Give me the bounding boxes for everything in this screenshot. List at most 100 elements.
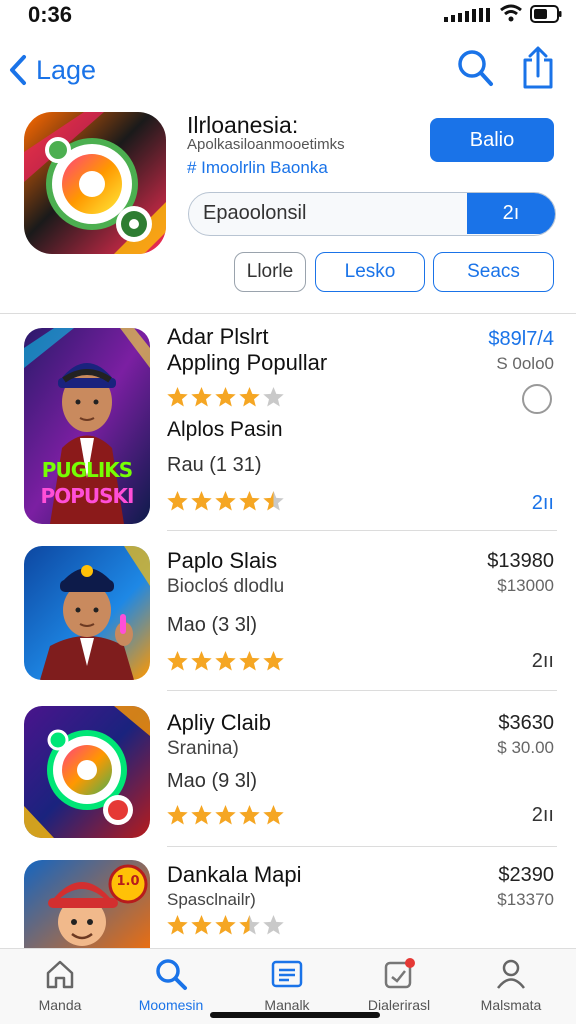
tab-label: Manda	[38, 997, 82, 1013]
list-item-subtitle: Biocloś dlodlu	[167, 576, 285, 597]
list-item-title: Apliy Claib	[167, 710, 271, 735]
tab-label: Malsmata	[480, 997, 542, 1013]
star-icon	[239, 387, 260, 407]
star-icon	[167, 387, 188, 407]
list-item[interactable]: Apliy Claib Sranina) Mao (9 3l) $3630 $ …	[0, 700, 576, 844]
star-icon	[191, 651, 212, 671]
star-icon	[215, 651, 236, 671]
tab-search[interactable]: Moomesin	[121, 957, 221, 1013]
list-item-subtitle: Sranina)	[167, 738, 239, 759]
app-tag[interactable]: # Imoolrlin Baonka	[187, 158, 427, 178]
list-item[interactable]: Paplo Slais Biocloś dlodlu Mao (3 3l) $1…	[0, 540, 576, 686]
star-icon	[167, 915, 188, 935]
star-icon	[167, 805, 188, 825]
app-thumbnail: 1.0	[24, 860, 150, 948]
star-rating	[166, 386, 286, 408]
star-icon	[239, 491, 260, 511]
old-price: $13370	[497, 890, 554, 909]
price: $3630	[498, 712, 554, 734]
app-thumbnail	[24, 546, 150, 680]
star-rating	[166, 914, 286, 936]
search-action-button[interactable]: 2ı	[467, 193, 555, 234]
list-item-meta: Mao (9 3l)	[167, 770, 258, 792]
tab-list[interactable]: Manalk	[237, 957, 337, 1013]
row-action-button[interactable]: 2ıı	[532, 804, 554, 827]
price: $2390	[498, 864, 554, 886]
list-item-title: Adar Plslrt	[167, 324, 269, 349]
app-icon	[24, 112, 166, 254]
home-indicator	[210, 1012, 380, 1018]
nav-bar: Lage	[0, 40, 576, 100]
list-item-title: Dankala Mapi	[167, 862, 302, 887]
app-title: Ilrloanesia:	[187, 112, 299, 138]
app-thumbnail	[24, 706, 150, 838]
thumbnail-text-2: POPUSKI	[40, 484, 135, 508]
price: $89l7/4	[488, 328, 554, 350]
star-icon	[215, 805, 236, 825]
divider	[167, 530, 557, 531]
list-item-category: Alplos Pasin	[167, 418, 283, 441]
row-action-button[interactable]: 2ıı	[532, 650, 554, 673]
star-icon	[191, 915, 212, 935]
old-price: S 0olo0	[496, 354, 554, 373]
app-subtitle: Apolkasiloanmooetimks	[187, 136, 345, 153]
list-item-meta: Rau (1 31)	[167, 454, 262, 476]
thumbnail-badge: 1.0	[116, 874, 140, 889]
divider	[167, 846, 557, 847]
search-input[interactable]: Epaoolonsil	[203, 193, 306, 234]
star-rating	[166, 804, 286, 826]
search-field[interactable]: Epaoolonsil 2ı	[188, 192, 556, 236]
tab-updates[interactable]: Dialerirasl	[349, 957, 449, 1013]
list-item-meta: Mao (3 3l)	[167, 614, 258, 636]
tab-label: Moomesin	[138, 997, 204, 1013]
select-radio[interactable]	[522, 384, 552, 414]
star-icon	[263, 491, 284, 511]
star-icon	[263, 651, 284, 671]
wifi-icon	[500, 4, 522, 22]
cellular-signal-icon	[444, 8, 490, 22]
divider	[167, 690, 557, 691]
divider	[0, 313, 576, 314]
profile-icon	[497, 959, 525, 989]
share-icon[interactable]	[520, 46, 556, 90]
get-button[interactable]: Balio	[430, 118, 554, 162]
tab-home[interactable]: Manda	[10, 957, 110, 1013]
star-icon	[191, 805, 212, 825]
tab-label: Manalk	[264, 997, 310, 1013]
star-icon	[263, 387, 284, 407]
app-thumbnail: PUGLIKS POPUSKI	[24, 328, 150, 524]
home-icon	[46, 960, 74, 989]
tab-profile[interactable]: Malsmata	[461, 957, 561, 1013]
star-icon	[239, 651, 260, 671]
list-item[interactable]: PUGLIKS POPUSKI Adar Plslrt Appling Popu…	[0, 322, 576, 530]
star-icon	[215, 387, 236, 407]
star-icon	[239, 915, 260, 935]
price: $13980	[487, 550, 554, 572]
list-item-subtitle: Spasclnailr)	[167, 890, 256, 909]
filter-pill-3[interactable]: Seacs	[433, 252, 554, 292]
star-icon	[215, 491, 236, 511]
list-item-subtitle: Appling Popullar	[167, 350, 328, 375]
filter-pill-2[interactable]: Lesko	[315, 252, 425, 292]
search-icon[interactable]	[456, 48, 494, 88]
battery-icon	[530, 5, 562, 23]
row-action-button[interactable]: 2ıı	[532, 492, 554, 515]
list-card-icon	[271, 960, 303, 988]
star-icon	[263, 915, 284, 935]
star-rating	[166, 490, 286, 512]
status-time: 0:36	[28, 2, 73, 27]
old-price: $13000	[497, 576, 554, 595]
back-label: Lage	[36, 54, 97, 85]
star-icon	[167, 491, 188, 511]
chevron-left-icon	[10, 55, 26, 85]
status-bar: 0:36	[0, 0, 576, 34]
back-button[interactable]: Lage	[6, 50, 96, 90]
list-item-title: Paplo Slais	[167, 548, 278, 573]
star-icon	[263, 805, 284, 825]
old-price: $ 30.00	[497, 738, 554, 757]
filter-pill-1[interactable]: Llorle	[234, 252, 306, 292]
list-item[interactable]: 1.0 Dankala Mapi Spasclnailr) $2390 $133…	[0, 856, 576, 948]
search-icon	[156, 959, 187, 990]
star-icon	[191, 387, 212, 407]
updates-icon	[384, 958, 415, 989]
